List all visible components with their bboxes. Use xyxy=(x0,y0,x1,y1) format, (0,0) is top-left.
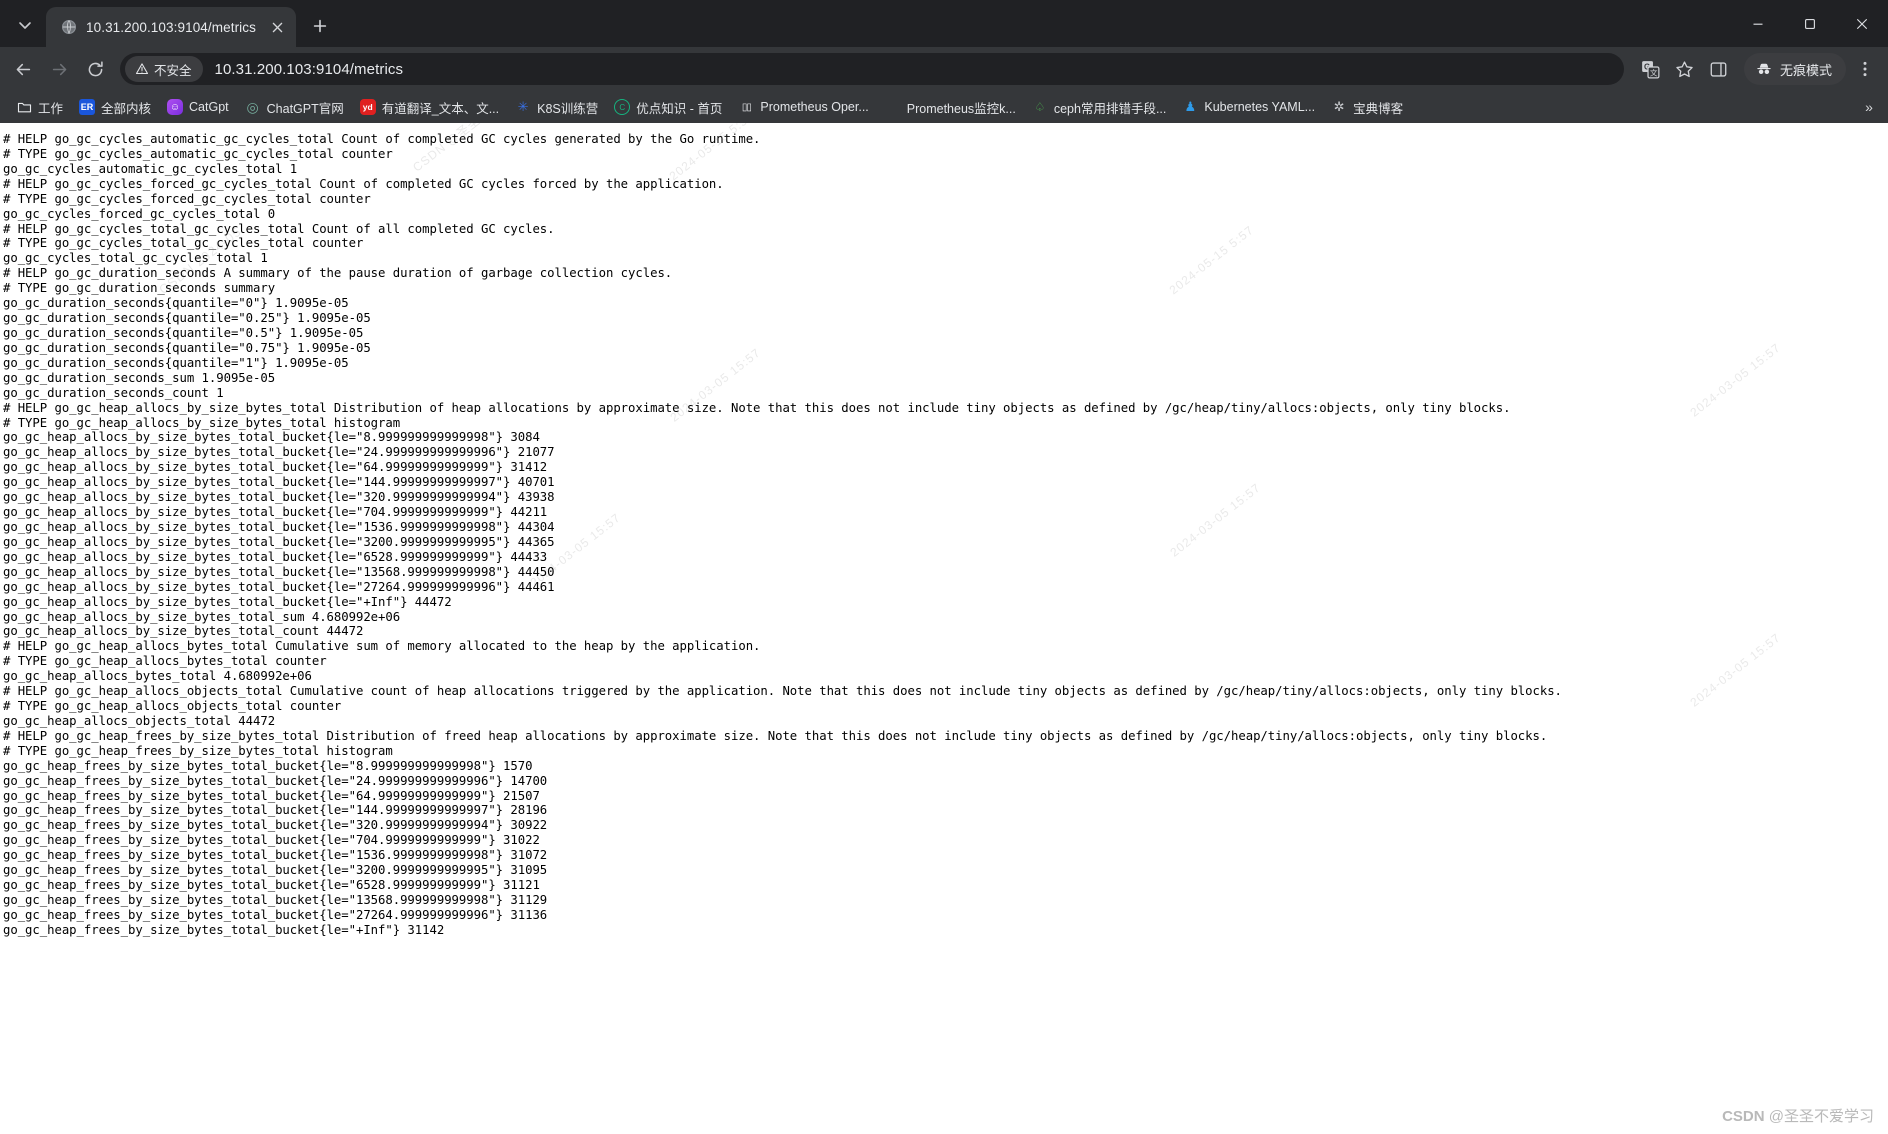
bookmark-item-catgpt[interactable]: ☺ CatGpt xyxy=(159,96,237,118)
incognito-label: 无痕模式 xyxy=(1779,62,1832,78)
app-icon: ER xyxy=(79,99,96,115)
bookmark-item-k8s-camp[interactable]: ✳ K8S训练营 xyxy=(507,95,606,120)
app-icon: ☺ xyxy=(167,99,184,115)
bookmark-icon-text: C xyxy=(619,102,626,112)
bookmark-label: ChatGPT官网 xyxy=(266,101,344,116)
browser-toolbar: 不安全 10.31.200.103:9104/metrics G 文 无痕模式 xyxy=(0,47,1888,91)
reload-button[interactable] xyxy=(78,52,112,86)
bookmark-item-baodian-blog[interactable]: ✲ 宝典博客 xyxy=(1323,95,1411,120)
bookmarks-bar: 工作 ER 全部内核 ☺ CatGpt ◎ ChatGPT官网 yd 有道翻译_… xyxy=(0,91,1888,123)
back-button[interactable] xyxy=(6,52,40,86)
bookmark-icon-text: ♤ xyxy=(1034,100,1046,114)
new-tab-button[interactable] xyxy=(305,11,335,41)
bookmark-icon-text: yd xyxy=(362,102,373,112)
bookmark-label: 优点知识 - 首页 xyxy=(636,101,723,116)
octopus-icon: ♟ xyxy=(1182,99,1198,115)
maximize-icon[interactable] xyxy=(1784,0,1836,47)
ceph-icon: ♤ xyxy=(1032,99,1048,115)
book-icon: ▯▯ xyxy=(738,99,754,115)
svg-text:文: 文 xyxy=(1650,67,1658,77)
bookmark-label: 有道翻译_文本、文... xyxy=(381,101,500,116)
minimize-icon[interactable] xyxy=(1732,0,1784,47)
tab-title: 10.31.200.103:9104/metrics xyxy=(86,19,256,35)
incognito-icon xyxy=(1755,60,1773,78)
address-bar[interactable]: 不安全 10.31.200.103:9104/metrics xyxy=(120,53,1624,85)
tab-search-button[interactable] xyxy=(8,8,42,42)
csdn-watermark: CSDN @圣圣不爱学习 xyxy=(1722,1105,1874,1126)
bookmark-item-youdian[interactable]: C 优点知识 - 首页 xyxy=(606,95,730,120)
bookmark-icon-text: ✳ xyxy=(517,99,529,114)
bookmark-item-kubernetes-yaml[interactable]: ♟ Kubernetes YAML... xyxy=(1174,96,1323,118)
translate-icon[interactable]: G 文 xyxy=(1636,54,1666,84)
bookmark-icon-text: ▯▯ xyxy=(741,101,752,113)
security-chip-label: 不安全 xyxy=(154,63,192,78)
csdn-watermark-prefix: CSDN xyxy=(1722,1108,1765,1125)
close-window-icon[interactable] xyxy=(1836,0,1888,47)
browser-window: 10.31.200.103:9104/metrics 不安全 10.31.200… xyxy=(0,0,1888,1134)
openai-icon: ◎ xyxy=(245,99,261,115)
bookmark-icon-text: ◎ xyxy=(246,99,259,115)
incognito-indicator[interactable]: 无痕模式 xyxy=(1743,53,1846,85)
bookmark-label: ceph常用排错手段... xyxy=(1053,101,1167,116)
youdao-icon: yd xyxy=(359,99,376,115)
bookmark-label: Prometheus Oper... xyxy=(760,100,869,114)
bookmark-icon-text: ER xyxy=(80,102,94,112)
bookmark-label: 宝典博客 xyxy=(1353,101,1404,116)
window-controls xyxy=(1732,0,1888,47)
bookmark-label: 全部内核 xyxy=(101,101,152,116)
bookmark-icon-text: ☺ xyxy=(169,101,181,113)
bookmark-icon-text: ♟ xyxy=(1184,99,1197,114)
close-icon[interactable] xyxy=(266,16,288,38)
folder-icon xyxy=(16,99,32,115)
bookmark-item-prometheus-operator[interactable]: ▯▯ Prometheus Oper... xyxy=(730,96,876,118)
metrics-output: # HELP go_gc_cycles_automatic_gc_cycles_… xyxy=(3,132,1562,937)
bookmark-item-all-kernels[interactable]: ER 全部内核 xyxy=(71,95,159,120)
circle-icon: C xyxy=(614,99,631,115)
browser-tab[interactable]: 10.31.200.103:9104/metrics xyxy=(46,7,296,47)
bookmark-label: CatGpt xyxy=(189,100,229,114)
bookmark-item-chatgpt[interactable]: ◎ ChatGPT官网 xyxy=(237,95,352,120)
bookmark-label: 工作 xyxy=(38,101,64,116)
csdn-watermark-user: @圣圣不爱学习 xyxy=(1768,1108,1874,1125)
warning-triangle-icon xyxy=(134,62,149,77)
bookmark-item-ceph[interactable]: ♤ ceph常用排错手段... xyxy=(1024,95,1175,120)
three-dot-menu-icon[interactable] xyxy=(1850,54,1880,84)
bookmark-label: K8S训练营 xyxy=(537,101,599,116)
bookmark-item-work[interactable]: 工作 xyxy=(8,95,71,120)
security-status-chip[interactable]: 不安全 xyxy=(125,56,203,82)
globe-icon xyxy=(60,19,77,36)
globe-icon: ✲ xyxy=(1331,99,1347,115)
bookmark-icon-text: ✲ xyxy=(1333,99,1345,114)
url-text: 10.31.200.103:9104/metrics xyxy=(214,60,404,78)
bookmark-label: Kubernetes YAML... xyxy=(1204,100,1316,114)
bookmark-item-youdao[interactable]: yd 有道翻译_文本、文... xyxy=(352,95,507,120)
bookmark-item-prometheus-monitor[interactable]: Prometheus监控k... xyxy=(877,95,1024,120)
forward-button[interactable] xyxy=(42,52,76,86)
bookmark-label: Prometheus监控k... xyxy=(906,101,1016,116)
page-viewport: # HELP go_gc_cycles_automatic_gc_cycles_… xyxy=(0,123,1888,1134)
kubernetes-icon: ✳ xyxy=(515,99,531,115)
tab-strip: 10.31.200.103:9104/metrics xyxy=(0,0,1888,47)
star-icon[interactable] xyxy=(1670,54,1700,84)
side-panel-icon[interactable] xyxy=(1704,54,1734,84)
blank-icon xyxy=(885,99,901,115)
bookmarks-overflow-button[interactable]: » xyxy=(1856,94,1882,120)
